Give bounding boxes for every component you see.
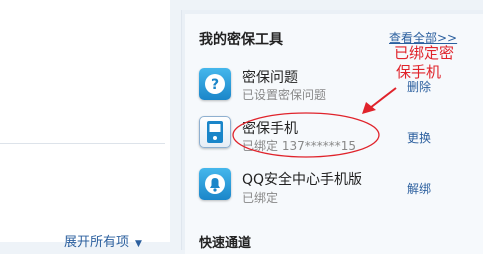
svg-text:?: ?	[211, 77, 219, 93]
change-phone-button[interactable]: 更换	[407, 129, 431, 146]
bell-shield-icon	[199, 168, 231, 200]
expand-all-label: 展开所有项	[64, 235, 130, 250]
annotation-ellipse	[232, 112, 380, 158]
annotation-text-line2: 保手机	[396, 63, 442, 81]
unbind-qq-secure-button[interactable]: 解绑	[407, 180, 431, 197]
panel-title: 我的密保工具	[199, 32, 283, 48]
left-panel: 展开所有项 ▼	[0, 0, 170, 250]
annotation-text-line1: 已绑定密	[394, 44, 455, 62]
question-icon: ?	[199, 68, 231, 100]
phone-icon	[199, 116, 231, 148]
chevron-down-icon: ▼	[135, 239, 142, 249]
tool-status-qq-secure: 已绑定	[242, 191, 279, 205]
divider	[0, 143, 165, 144]
expand-all-link[interactable]: 展开所有项 ▼	[64, 231, 142, 250]
tool-status-question: 已设置密保问题	[242, 88, 327, 102]
tool-name-question: 密保问题	[242, 70, 298, 86]
tool-name-qq-secure: QQ安全中心手机版	[242, 172, 363, 188]
